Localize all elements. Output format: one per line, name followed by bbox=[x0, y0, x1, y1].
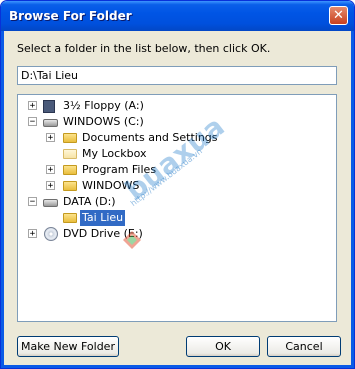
folder-icon bbox=[63, 133, 77, 143]
tree-item-label-selected[interactable]: Tai Lieu bbox=[80, 210, 126, 226]
window-frame-right bbox=[351, 31, 354, 368]
tree-item-label[interactable]: DATA (D:) bbox=[61, 194, 118, 210]
folder-path-field[interactable]: D:\Tai Lieu bbox=[17, 66, 337, 85]
expand-icon[interactable]: + bbox=[46, 181, 55, 191]
window-frame-left bbox=[1, 31, 4, 368]
hard-drive-icon bbox=[43, 199, 58, 207]
close-button[interactable]: ✕ bbox=[329, 6, 348, 25]
dvd-drive-icon bbox=[44, 227, 58, 241]
floppy-drive-icon bbox=[43, 100, 55, 113]
folder-icon bbox=[63, 181, 77, 191]
folder-icon bbox=[63, 165, 77, 175]
tree-item-label[interactable]: My Lockbox bbox=[80, 146, 148, 162]
expand-icon[interactable]: + bbox=[46, 165, 55, 175]
browse-for-folder-dialog: Browse For Folder ✕ Select a folder in t… bbox=[0, 0, 355, 369]
make-new-folder-button[interactable]: Make New Folder bbox=[17, 336, 119, 357]
ok-button[interactable]: OK bbox=[186, 336, 260, 357]
expand-icon[interactable]: + bbox=[28, 229, 37, 239]
title-bar[interactable]: Browse For Folder ✕ bbox=[1, 1, 354, 31]
folder-open-icon bbox=[63, 213, 77, 223]
cancel-button[interactable]: Cancel bbox=[267, 336, 341, 357]
watermark-logo-icon bbox=[123, 231, 141, 249]
expand-icon[interactable]: + bbox=[28, 101, 37, 111]
expand-icon[interactable]: + bbox=[46, 133, 55, 143]
folder-icon bbox=[63, 149, 77, 159]
window-title: Browse For Folder bbox=[9, 9, 132, 23]
tree-item-label[interactable]: 3½ Floppy (A:) bbox=[61, 98, 146, 114]
folder-tree[interactable]: + 3½ Floppy (A:) − WINDOWS (C:) + Docume… bbox=[17, 94, 337, 322]
tree-item-label[interactable]: WINDOWS (C:) bbox=[61, 114, 146, 130]
hard-drive-icon bbox=[43, 119, 58, 127]
collapse-icon[interactable]: − bbox=[28, 117, 37, 127]
collapse-icon[interactable]: − bbox=[28, 197, 37, 207]
window-frame-bottom bbox=[1, 365, 354, 368]
instruction-text: Select a folder in the list below, then … bbox=[17, 42, 271, 55]
